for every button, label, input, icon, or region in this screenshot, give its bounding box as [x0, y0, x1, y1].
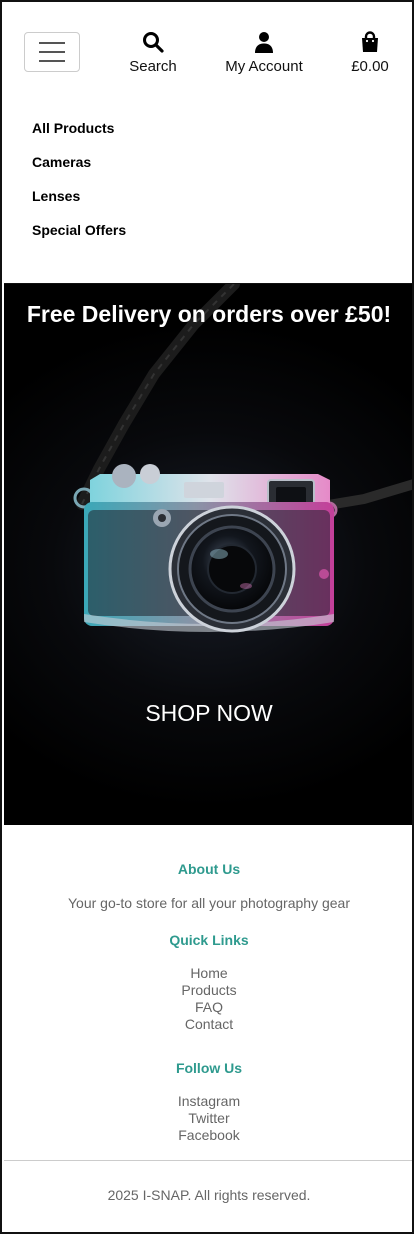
main-menu: All Products Cameras Lenses Special Offe… [32, 118, 126, 254]
social-link-twitter[interactable]: Twitter [4, 1110, 412, 1127]
social-link-facebook[interactable]: Facebook [4, 1127, 412, 1144]
footer-link-products[interactable]: Products [4, 982, 412, 999]
social-link-instagram[interactable]: Instagram [4, 1093, 412, 1110]
shopping-bag-icon [362, 31, 378, 52]
site-header: Search My Account £0.00 All Products Cam… [4, 4, 412, 284]
hamburger-bar [39, 60, 65, 62]
my-account-link[interactable]: My Account [220, 30, 308, 75]
footer-link-faq[interactable]: FAQ [4, 999, 412, 1016]
menu-item-lenses[interactable]: Lenses [32, 186, 126, 220]
about-text: Your go-to store for all your photograph… [68, 895, 350, 911]
quick-links-heading: Quick Links [169, 932, 249, 948]
camera-image [73, 284, 412, 633]
menu-item-all-products[interactable]: All Products [32, 118, 126, 152]
search-link[interactable]: Search [129, 30, 177, 75]
hamburger-bar [39, 51, 65, 53]
site-footer: About Us Your go-to store for all your p… [4, 825, 412, 1232]
footer-divider [4, 1160, 412, 1161]
hero-banner: Free Delivery on orders over £50! SHOP N… [4, 284, 412, 825]
follow-us-heading: Follow Us [175, 1060, 243, 1076]
menu-toggle-button[interactable] [24, 32, 80, 72]
page-frame: Search My Account £0.00 All Products Cam… [0, 0, 414, 1234]
hero-title: Free Delivery on orders over £50! [26, 301, 392, 327]
footer-link-contact[interactable]: Contact [4, 1016, 412, 1033]
hamburger-bar [39, 42, 65, 44]
about-heading: About Us [177, 861, 241, 877]
menu-item-cameras[interactable]: Cameras [32, 152, 126, 186]
copyright-text: 2025 I-SNAP. All rights reserved. [107, 1187, 311, 1203]
search-icon [143, 32, 164, 53]
cart-total: £0.00 [351, 58, 389, 75]
my-account-label: My Account [225, 58, 303, 75]
menu-item-special-offers[interactable]: Special Offers [32, 220, 126, 254]
quick-links-list: Home Products FAQ Contact [4, 965, 412, 1033]
social-links-list: Instagram Twitter Facebook [4, 1093, 412, 1144]
footer-link-home[interactable]: Home [4, 965, 412, 982]
shop-now-button[interactable]: SHOP NOW [109, 698, 309, 728]
user-icon [255, 32, 273, 53]
search-label: Search [129, 58, 177, 75]
cart-link[interactable]: £0.00 [348, 30, 392, 75]
